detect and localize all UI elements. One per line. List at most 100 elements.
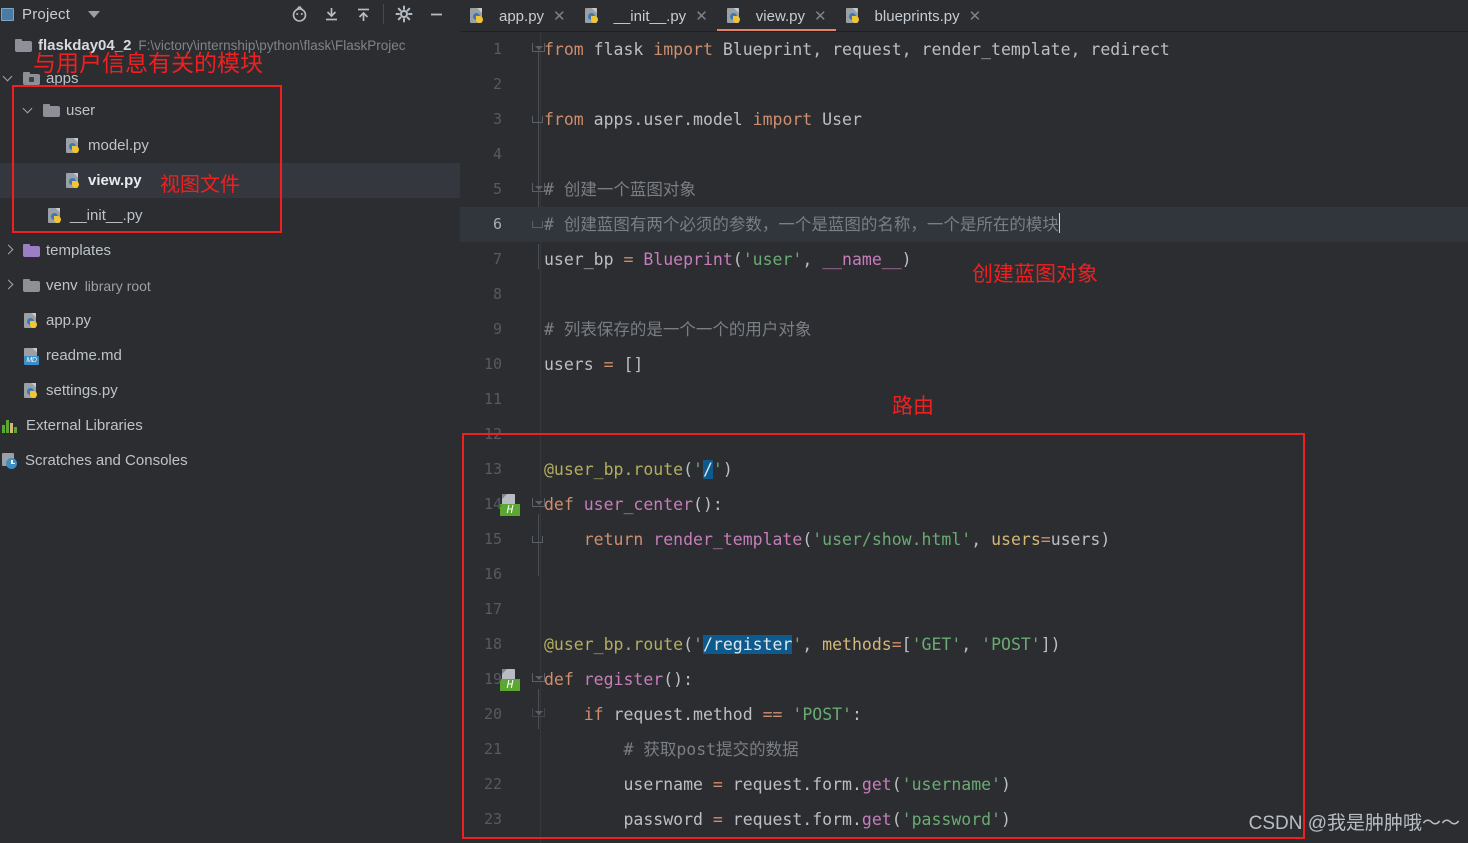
- close-icon[interactable]: ✕: [553, 7, 566, 25]
- close-icon[interactable]: ✕: [814, 7, 827, 25]
- library-root-tag: library root: [84, 277, 151, 294]
- twisty-icon[interactable]: [4, 73, 15, 84]
- external-libraries-icon: [2, 418, 19, 433]
- code-line[interactable]: 1 from flask import Blueprint, request, …: [460, 32, 1468, 67]
- line-number: 8: [492, 285, 502, 303]
- line-number: 16: [483, 565, 502, 583]
- toolbar-divider: [383, 4, 384, 24]
- html-reference-icon[interactable]: H: [500, 669, 522, 691]
- code-text: from apps.user.model import User: [544, 110, 862, 129]
- python-file-icon: [726, 7, 743, 25]
- tree-item-label: External Libraries: [26, 417, 143, 434]
- line-number: 22: [483, 775, 502, 793]
- code-editor[interactable]: 1 from flask import Blueprint, request, …: [460, 32, 1468, 843]
- tree-item-external-libraries[interactable]: External Libraries: [0, 408, 460, 443]
- tab-label: blueprints.py: [874, 7, 960, 25]
- text-caret: [1058, 213, 1061, 233]
- code-line[interactable]: 18 @user_bp.route('/register', methods=[…: [460, 627, 1468, 662]
- settings-gear-icon[interactable]: [388, 1, 420, 27]
- twisty-icon[interactable]: [4, 245, 15, 256]
- expand-all-icon[interactable]: [347, 1, 379, 27]
- templates-folder-icon: [23, 244, 40, 257]
- code-line[interactable]: 20 if request.method == 'POST':: [460, 697, 1468, 732]
- code-line[interactable]: 21 # 获取post提交的数据: [460, 732, 1468, 767]
- tree-item-user[interactable]: user: [0, 93, 460, 128]
- code-line[interactable]: H 19 def register():: [460, 662, 1468, 697]
- code-line[interactable]: 13 @user_bp.route('/'): [460, 452, 1468, 487]
- tree-item-venv[interactable]: venv library root: [0, 268, 460, 303]
- line-number: 12: [483, 425, 502, 443]
- code-text: password = request.form.get('password'): [544, 810, 1011, 829]
- python-file-icon: [48, 207, 64, 225]
- code-line[interactable]: 12: [460, 417, 1468, 452]
- tree-item-label: model.py: [88, 137, 149, 154]
- tree-item-apps[interactable]: apps: [0, 63, 460, 93]
- tree-item-readme-md[interactable]: MD readme.md: [0, 338, 460, 373]
- python-file-icon: [66, 172, 82, 190]
- close-icon[interactable]: ✕: [695, 7, 708, 25]
- line-number: 14: [483, 495, 502, 513]
- tree-item-label: flaskday04_2: [38, 37, 132, 54]
- tree-item-label: readme.md: [46, 347, 122, 364]
- code-line-current[interactable]: 6 # 创建蓝图有两个必须的参数，一个是蓝图的名称，一个是所在的模块: [460, 207, 1468, 242]
- line-number: 4: [492, 145, 502, 163]
- code-line[interactable]: 5 # 创建一个蓝图对象: [460, 172, 1468, 207]
- tab-label: view.py: [755, 7, 805, 25]
- tree-item-label: app.py: [46, 312, 92, 329]
- code-text: def user_center():: [544, 495, 723, 514]
- markdown-file-icon: MD: [24, 347, 40, 365]
- line-number: 17: [483, 600, 502, 618]
- project-panel-title: Project: [22, 5, 71, 23]
- line-number: 7: [492, 250, 502, 268]
- code-line[interactable]: 10 users = []: [460, 347, 1468, 382]
- tab-app-py[interactable]: app.py ✕: [460, 0, 575, 32]
- tree-item-templates[interactable]: templates: [0, 233, 460, 268]
- tab-view-py[interactable]: view.py ✕: [716, 0, 836, 32]
- code-line[interactable]: 4: [460, 137, 1468, 172]
- twisty-icon[interactable]: [24, 105, 35, 116]
- tree-item-project-root[interactable]: flaskday04_2 F:\victory\internship\pytho…: [0, 28, 460, 63]
- tree-item-init-py[interactable]: __init__.py: [0, 198, 460, 233]
- tree-item-model-py[interactable]: model.py: [0, 128, 460, 163]
- tree-item-app-py[interactable]: app.py: [0, 303, 460, 338]
- source-folder-icon: [23, 71, 40, 85]
- python-file-icon: [845, 7, 862, 25]
- scratches-icon: [2, 452, 19, 469]
- code-line[interactable]: 7 user_bp = Blueprint('user', __name__): [460, 242, 1468, 277]
- collapse-all-icon[interactable]: [315, 1, 347, 27]
- code-line[interactable]: 15 return render_template('user/show.htm…: [460, 522, 1468, 557]
- close-icon[interactable]: ✕: [969, 7, 982, 25]
- tab-blueprints-py[interactable]: blueprints.py ✕: [836, 0, 991, 32]
- locate-icon[interactable]: [283, 1, 315, 27]
- twisty-icon[interactable]: [4, 280, 15, 291]
- code-line[interactable]: 17: [460, 592, 1468, 627]
- python-file-icon: [66, 137, 82, 155]
- hide-panel-icon[interactable]: [420, 1, 452, 27]
- project-panel-header: Project: [0, 0, 460, 28]
- code-text: @user_bp.route('/'): [544, 460, 733, 479]
- folder-icon: [15, 39, 32, 52]
- html-reference-icon[interactable]: H: [500, 494, 522, 516]
- tree-item-settings-py[interactable]: settings.py: [0, 373, 460, 408]
- code-text: username = request.form.get('username'): [544, 775, 1011, 794]
- code-line[interactable]: 2: [460, 67, 1468, 102]
- code-line[interactable]: 3 from apps.user.model import User: [460, 102, 1468, 137]
- editor-tab-bar: app.py ✕ __init__.py ✕ view.py ✕ bluepri…: [460, 0, 1468, 32]
- code-line[interactable]: 8: [460, 277, 1468, 312]
- tree-item-scratches[interactable]: Scratches and Consoles: [0, 443, 460, 478]
- python-file-icon: [584, 7, 601, 25]
- code-line[interactable]: 9 # 列表保存的是一个一个的用户对象: [460, 312, 1468, 347]
- tab-init-py[interactable]: __init__.py ✕: [575, 0, 717, 32]
- tab-label: __init__.py: [613, 7, 687, 25]
- code-line[interactable]: H 14 def user_center():: [460, 487, 1468, 522]
- code-line[interactable]: 16: [460, 557, 1468, 592]
- folder-icon: [43, 104, 60, 117]
- tree-item-label: Scratches and Consoles: [25, 452, 188, 469]
- line-number: 19: [483, 670, 502, 688]
- code-line[interactable]: 22 username = request.form.get('username…: [460, 767, 1468, 802]
- code-line[interactable]: 11: [460, 382, 1468, 417]
- ide-window: Project flaskday04_2 F:\victory\internsh…: [0, 0, 1468, 843]
- code-text-value: # 创建蓝图有两个必须的参数，一个是蓝图的名称，一个是所在的模块: [544, 215, 1059, 234]
- chevron-down-icon[interactable]: [88, 10, 101, 18]
- tree-item-view-py[interactable]: view.py: [0, 163, 460, 198]
